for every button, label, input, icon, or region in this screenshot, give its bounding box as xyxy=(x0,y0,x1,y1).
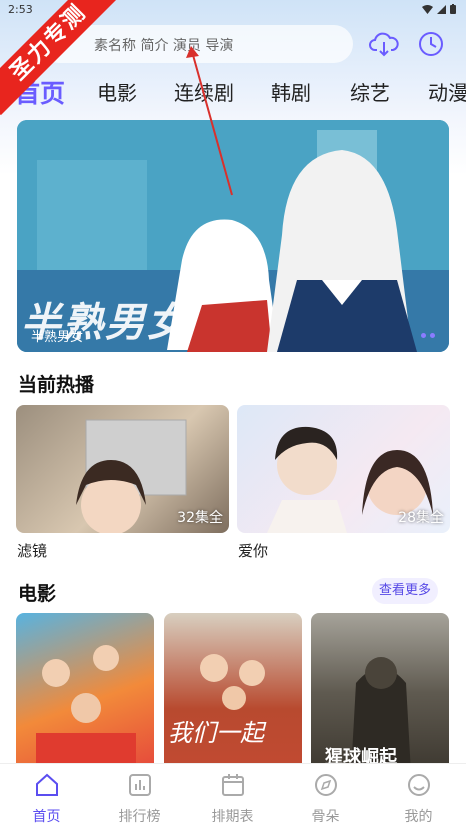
annotation-arrow xyxy=(186,46,233,196)
home-screen: 2:53 素名称 简介 演员 导演 首页 电影 连续剧 韩剧 综艺 动漫 半熟男… xyxy=(0,0,466,828)
